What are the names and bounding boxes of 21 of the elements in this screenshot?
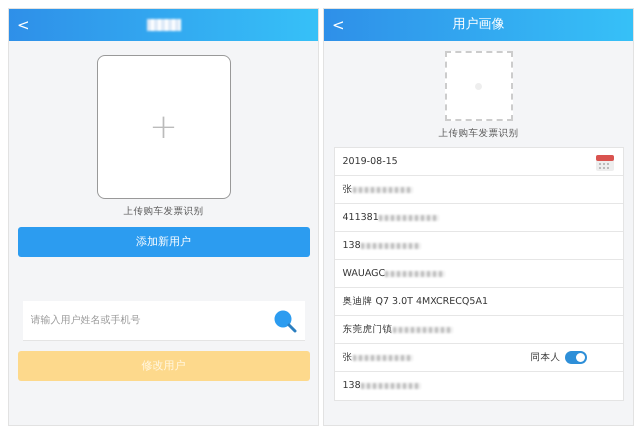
search-field[interactable]: 请输入用户姓名或手机号: [22, 301, 304, 342]
field-value: 张: [342, 182, 352, 197]
field-value: 2019-08-15: [342, 154, 398, 169]
upload-area[interactable]: +: [96, 55, 230, 199]
blurred-title: [146, 19, 180, 31]
field-value: 411381: [342, 210, 379, 225]
upload-caption: 上传购车发票识别: [124, 205, 204, 219]
toggle-switch[interactable]: [564, 351, 586, 364]
add-user-button[interactable]: 添加新用户: [18, 227, 310, 258]
field-value: WAUAGC: [342, 266, 386, 281]
field-value: 138: [342, 379, 361, 394]
page-title: 用户画像: [452, 16, 504, 34]
search-icon[interactable]: [272, 309, 296, 334]
back-button[interactable]: <: [332, 14, 345, 36]
field-value: 138: [342, 238, 361, 253]
field-value: 奥迪牌 Q7 3.0T 4MXCRECQ5A1: [342, 294, 488, 309]
field-value: 东莞虎门镇: [342, 322, 392, 337]
toggle-label: 同本人: [530, 350, 560, 365]
field-value: 张: [342, 350, 352, 365]
upload-caption: 上传购车发票识别: [438, 127, 518, 141]
back-button[interactable]: <: [17, 14, 30, 36]
